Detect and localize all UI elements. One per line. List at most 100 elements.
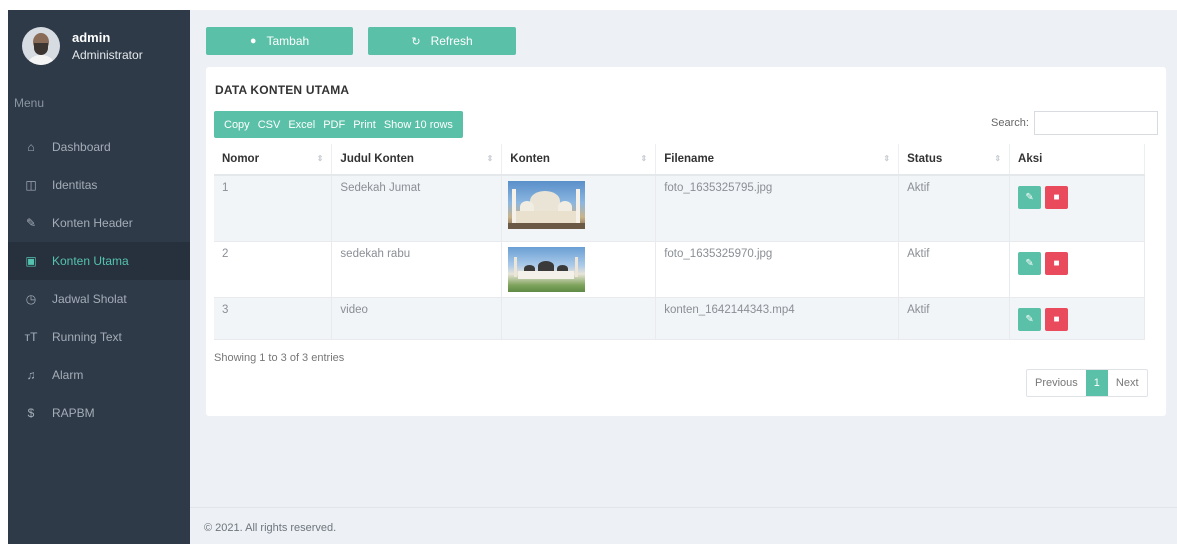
column-header-status[interactable]: Status ⇕ [898,144,1011,176]
plus-circle-icon: ● [249,35,257,47]
cell-filename: foto_1635325795.jpg [655,175,900,242]
sort-icon: ⇕ [994,154,1002,163]
search-input[interactable] [1034,111,1158,135]
add-button-label: Tambah [266,34,310,48]
cell-aksi: ✎ ■ [1009,241,1145,298]
search-label: Search: [991,117,1029,129]
mosque-thumbnail [508,246,586,292]
cell-status: Aktif [898,175,1011,242]
dollar-icon: $ [27,406,35,420]
delete-button[interactable]: ■ [1045,186,1069,209]
sidebar-item-label: RAPBM [52,406,95,420]
export-csv-button[interactable]: CSV [258,119,281,131]
sidebar-item-identitas[interactable]: ◫ Identitas [8,166,190,204]
edit-icon: ✎ [1025,192,1034,203]
sidebar-item-label: Jadwal Sholat [52,292,127,306]
avatar [22,27,60,65]
image-icon: ▣ [25,254,37,268]
sidebar-item-konten-header[interactable]: ✎ Konten Header [8,204,190,242]
export-show-10-rows-button[interactable]: Show 10 rows [384,119,453,131]
column-header-aksi[interactable]: Aksi [1009,144,1145,176]
bell-icon: ♫ [26,368,36,382]
table-info: Showing 1 to 3 of 3 entries [214,352,345,364]
cell-judul: sedekah rabu [331,241,503,298]
sidebar: admin Administrator Menu ⌂ Dashboard ◫ Iden… [8,10,190,544]
column-header-label: Aksi [1018,153,1043,165]
menu-title: Menu [14,96,45,110]
pencil-icon: ✎ [25,216,37,230]
footer: © 2021. All rights reserved. [190,507,1177,544]
previous-button[interactable]: Previous [1027,370,1086,396]
column-header-nomor[interactable]: Nomor ⇕ [214,144,333,176]
cell-aksi: ✎ ■ [1009,297,1145,340]
sidebar-item-konten-utama[interactable]: ▣ Konten Utama [8,242,190,280]
main-content: ● Tambah ↻ Refresh DATA KONTEN UTAMA Cop… [190,10,1177,544]
sidebar-item-running-text[interactable]: ᴛT Running Text [8,318,190,356]
edit-button[interactable]: ✎ [1018,251,1042,275]
page-1-button[interactable]: 1 [1085,370,1108,396]
sidebar-item-rapbm[interactable]: $ RAPBM [8,394,190,432]
footer-text: © 2021. All rights reserved. [204,522,337,534]
edit-icon: ✎ [1025,313,1034,325]
cell-status: Aktif [898,241,1011,298]
column-header-label: Judul Konten [340,153,414,165]
clock-icon: ◷ [25,292,37,306]
trash-icon: ■ [1053,192,1060,203]
sort-icon: ⇕ [316,154,324,163]
delete-button[interactable]: ■ [1045,251,1069,275]
cell-judul: video [331,297,503,340]
sidebar-item-label: Konten Header [52,216,133,230]
sidebar-item-jadwal-sholat[interactable]: ◷ Jadwal Sholat [8,280,190,318]
sort-icon: ⇕ [640,154,648,163]
cell-nomor: 3 [214,297,333,340]
trash-icon: ■ [1053,313,1060,325]
edit-button[interactable]: ✎ [1018,186,1042,209]
sidebar-item-label: Dashboard [52,140,111,154]
export-excel-button[interactable]: Excel [288,119,315,131]
column-header-judul-konten[interactable]: Judul Konten ⇕ [331,144,503,176]
cell-konten [501,241,657,298]
column-header-konten[interactable]: Konten ⇕ [501,144,657,176]
user-role: Administrator [72,48,143,62]
column-header-filename[interactable]: Filename ⇕ [655,144,900,176]
table-row: 3 video konten_1642144343.mp4 Aktif ✎ ■ [214,297,1145,340]
add-button[interactable]: ● Tambah [206,27,353,55]
trash-icon: ■ [1053,257,1060,269]
text-height-icon: ᴛT [24,330,38,344]
cell-aksi: ✎ ■ [1009,175,1145,242]
sidebar-item-dashboard[interactable]: ⌂ Dashboard [8,128,190,166]
refresh-button-label: Refresh [430,34,473,48]
export-copy-button[interactable]: Copy [224,119,250,131]
sidebar-item-label: Alarm [52,368,84,382]
user-name: admin [72,30,111,45]
column-header-label: Status [907,153,943,165]
delete-button[interactable]: ■ [1045,307,1069,331]
column-header-label: Filename [664,153,715,165]
mosque-thumbnail [508,181,586,229]
sidebar-item-label: Konten Utama [52,254,129,268]
refresh-button[interactable]: ↻ Refresh [368,27,516,55]
table-row: 1 Sedekah Jumat foto_1635325795.jpg Aktif ✎ ■ [214,175,1145,242]
export-pdf-button[interactable]: PDF [323,119,345,131]
content-card: DATA KONTEN UTAMA Copy CSV Excel PDF Print Sh… [206,67,1166,416]
cell-judul: Sedekah Jumat [331,175,503,242]
cell-filename: konten_1642144343.mp4 [655,297,900,340]
edit-icon: ✎ [1025,257,1034,269]
cell-konten [501,297,657,340]
home-icon: ⌂ [27,140,35,154]
refresh-icon: ↻ [411,35,421,48]
edit-button[interactable]: ✎ [1018,307,1042,331]
pagination: Previous 1 Next [1026,369,1148,397]
columns-icon: ◫ [25,178,37,192]
next-button[interactable]: Next [1108,370,1147,396]
sort-icon: ⇕ [486,154,494,163]
cell-nomor: 1 [214,175,333,242]
column-header-label: Konten [510,153,550,165]
data-table: Nomor ⇕ Judul Konten ⇕ Konten ⇕ Filename ⇕ Statu… [214,144,1145,340]
sidebar-item-alarm[interactable]: ♫ Alarm [8,356,190,394]
sort-icon: ⇕ [883,154,891,163]
cell-status: Aktif [898,297,1011,340]
export-print-button[interactable]: Print [353,119,376,131]
user-panel: admin Administrator [8,10,190,82]
sidebar-item-label: Identitas [52,178,98,192]
